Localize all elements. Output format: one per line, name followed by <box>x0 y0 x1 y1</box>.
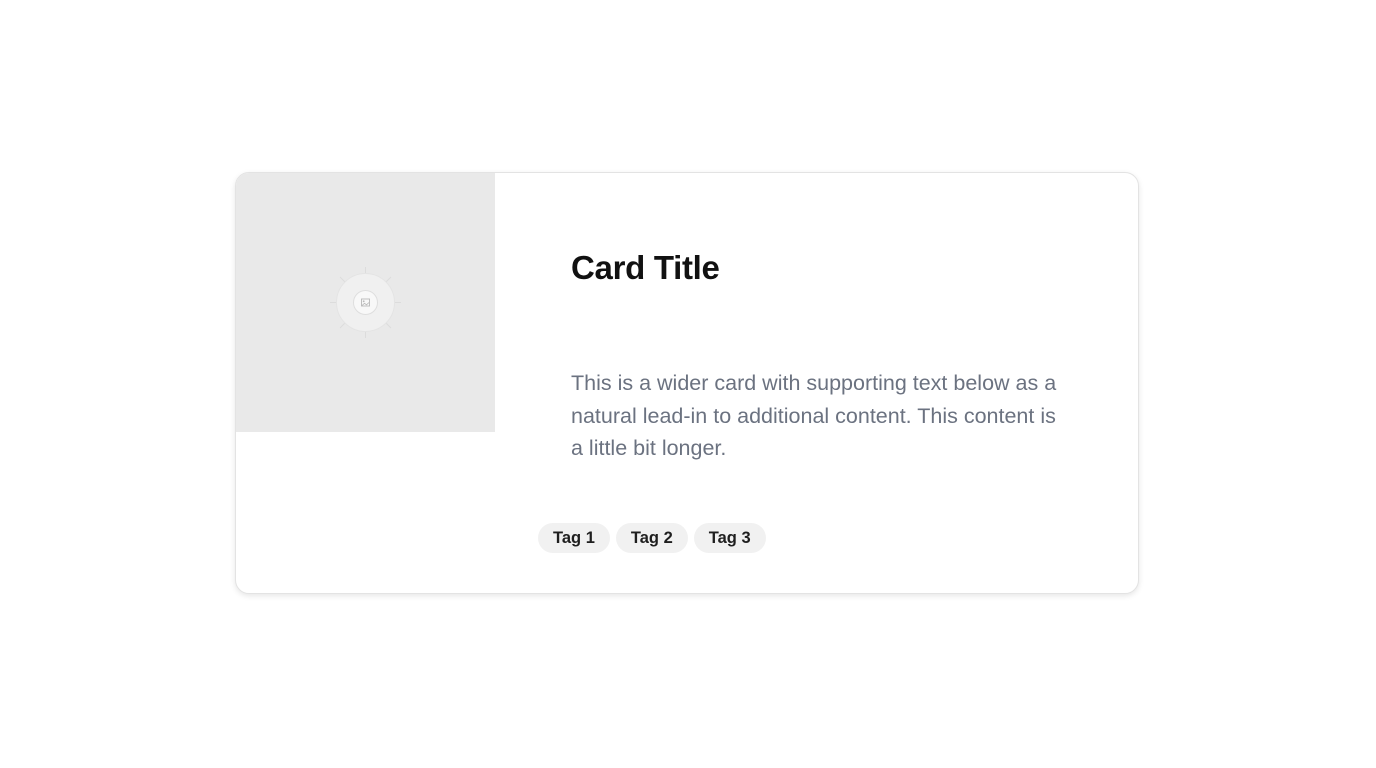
tag-3[interactable]: Tag 3 <box>693 523 766 553</box>
tag-1[interactable]: Tag 1 <box>538 523 610 553</box>
card-body-text: This is a wider card with supporting tex… <box>571 371 1057 460</box>
tag-2[interactable]: Tag 2 <box>615 523 688 553</box>
card-title: Card Title <box>571 249 720 286</box>
card-image-placeholder <box>236 173 495 432</box>
image-placeholder-icon <box>330 267 401 338</box>
card: Card Title This is a wider card with sup… <box>235 172 1139 594</box>
tag-list: Tag 1 Tag 2 Tag 3 <box>538 523 766 553</box>
